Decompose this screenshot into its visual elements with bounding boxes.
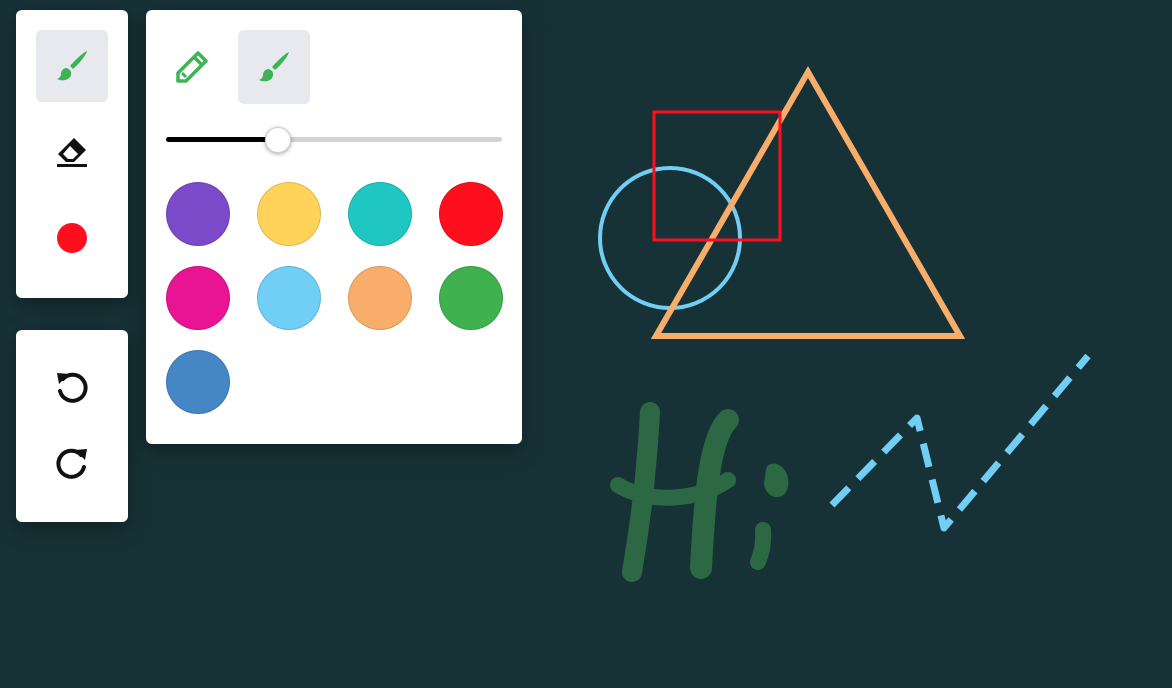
color-swatch-light-blue[interactable] — [257, 266, 321, 330]
undo-icon — [57, 372, 88, 403]
pencil-icon — [176, 51, 208, 83]
tool-panel — [16, 10, 128, 298]
shape-rectangle — [652, 110, 782, 242]
color-dot-icon — [57, 223, 87, 253]
color-swatch-orange[interactable] — [348, 266, 412, 330]
paint-brush-button[interactable] — [238, 30, 310, 104]
color-tool-button[interactable] — [36, 202, 108, 274]
undo-button[interactable] — [36, 350, 108, 422]
shape-circle — [598, 166, 742, 310]
redo-icon — [56, 448, 87, 479]
brush-tool-button[interactable] — [36, 30, 108, 102]
color-swatch-teal[interactable] — [348, 182, 412, 246]
color-swatch-blue[interactable] — [166, 350, 230, 414]
stroke-i-dot — [764, 463, 789, 497]
color-swatch-red[interactable] — [439, 182, 503, 246]
color-swatch-magenta[interactable] — [166, 266, 230, 330]
brush-settings-panel — [146, 10, 522, 444]
color-swatch-green[interactable] — [439, 266, 503, 330]
eraser-tool-button[interactable] — [36, 116, 108, 188]
eraser-icon — [57, 138, 87, 167]
stroke-size-fill — [166, 137, 277, 142]
stroke-size-thumb[interactable] — [264, 127, 291, 153]
redo-button[interactable] — [36, 426, 108, 498]
brush-icon — [57, 51, 87, 81]
shape-dashed-line — [829, 353, 1091, 532]
handwriting-hi — [610, 402, 789, 582]
color-swatch-purple[interactable] — [166, 182, 230, 246]
color-swatch-yellow[interactable] — [257, 182, 321, 246]
stroke-i-body — [750, 522, 772, 570]
brush-icon — [259, 52, 289, 82]
stroke-size-slider[interactable] — [166, 127, 502, 153]
pencil-brush-button[interactable] — [156, 30, 228, 104]
history-panel — [16, 330, 128, 522]
